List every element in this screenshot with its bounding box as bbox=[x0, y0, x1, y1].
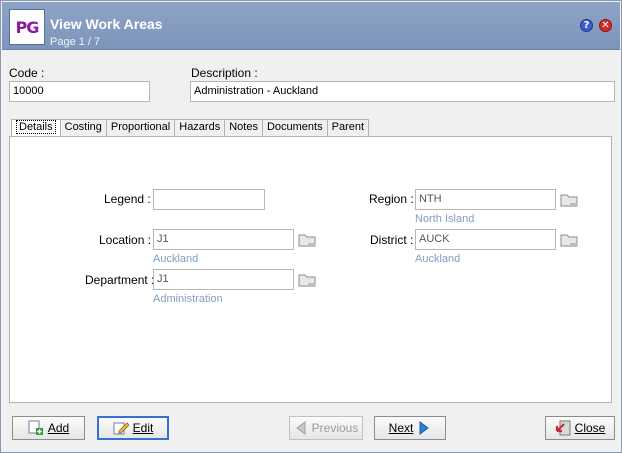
folder-browse-icon[interactable] bbox=[298, 232, 316, 248]
department-field[interactable]: J1 bbox=[153, 269, 294, 290]
tab-notes[interactable]: Notes bbox=[224, 119, 263, 136]
department-label: Department : bbox=[85, 273, 155, 287]
district-field[interactable]: AUCK bbox=[415, 229, 556, 250]
location-label: Location : bbox=[99, 233, 152, 247]
location-name: Auckland bbox=[153, 253, 199, 265]
description-label: Description : bbox=[191, 66, 258, 80]
code-field[interactable]: 10000 bbox=[9, 81, 150, 102]
tab-details-label: Details bbox=[16, 120, 56, 134]
add-button[interactable]: Add bbox=[12, 416, 85, 440]
district-label: District : bbox=[370, 233, 414, 247]
add-document-icon bbox=[28, 420, 43, 435]
location-field[interactable]: J1 bbox=[153, 229, 294, 250]
edit-button-label: Edit bbox=[132, 421, 154, 435]
close-door-icon bbox=[555, 420, 571, 436]
details-panel: Legend : Location : J1 Auckland Departme… bbox=[9, 136, 612, 403]
edit-pencil-icon bbox=[113, 422, 129, 435]
region-label: Region : bbox=[369, 192, 414, 206]
previous-button-label: Previous bbox=[311, 421, 359, 435]
region-field[interactable]: NTH bbox=[415, 189, 556, 210]
folder-browse-icon[interactable] bbox=[560, 232, 578, 248]
department-name: Administration bbox=[153, 293, 223, 305]
edit-button[interactable]: Edit bbox=[97, 416, 169, 440]
help-icon[interactable]: ? bbox=[580, 19, 593, 32]
next-button-label: Next bbox=[388, 421, 414, 435]
title-bar: PG View Work Areas Page 1 / 7 ? ✕ bbox=[2, 2, 620, 50]
description-field[interactable]: Administration - Auckland bbox=[190, 81, 615, 102]
tab-details[interactable]: Details bbox=[11, 119, 61, 137]
region-name: North Island bbox=[415, 213, 475, 225]
close-button[interactable]: Close bbox=[545, 416, 615, 440]
add-button-label: Add bbox=[47, 421, 70, 435]
view-work-areas-window: PG View Work Areas Page 1 / 7 ? ✕ Code :… bbox=[0, 0, 622, 453]
page-indicator: Page 1 / 7 bbox=[50, 36, 101, 48]
tab-parent[interactable]: Parent bbox=[326, 119, 370, 136]
app-logo: PG bbox=[9, 9, 45, 45]
folder-browse-icon[interactable] bbox=[560, 192, 578, 208]
code-label: Code : bbox=[9, 66, 45, 80]
folder-browse-icon[interactable] bbox=[298, 272, 316, 288]
tab-costing[interactable]: Costing bbox=[59, 119, 107, 136]
tab-hazards[interactable]: Hazards bbox=[174, 119, 226, 136]
close-button-label: Close bbox=[574, 421, 606, 435]
window-title: View Work Areas bbox=[50, 16, 163, 32]
close-window-icon[interactable]: ✕ bbox=[599, 19, 612, 32]
legend-field[interactable] bbox=[153, 189, 265, 210]
tab-documents[interactable]: Documents bbox=[261, 119, 328, 136]
arrow-right-icon bbox=[419, 421, 430, 435]
district-name: Auckland bbox=[415, 253, 461, 265]
tab-proportional[interactable]: Proportional bbox=[105, 119, 176, 136]
arrow-left-icon bbox=[295, 421, 306, 435]
tab-bar: Details Costing Proportional Hazards Not… bbox=[11, 119, 370, 137]
previous-button[interactable]: Previous bbox=[289, 416, 363, 440]
legend-label: Legend : bbox=[104, 192, 151, 206]
next-button[interactable]: Next bbox=[374, 416, 446, 440]
